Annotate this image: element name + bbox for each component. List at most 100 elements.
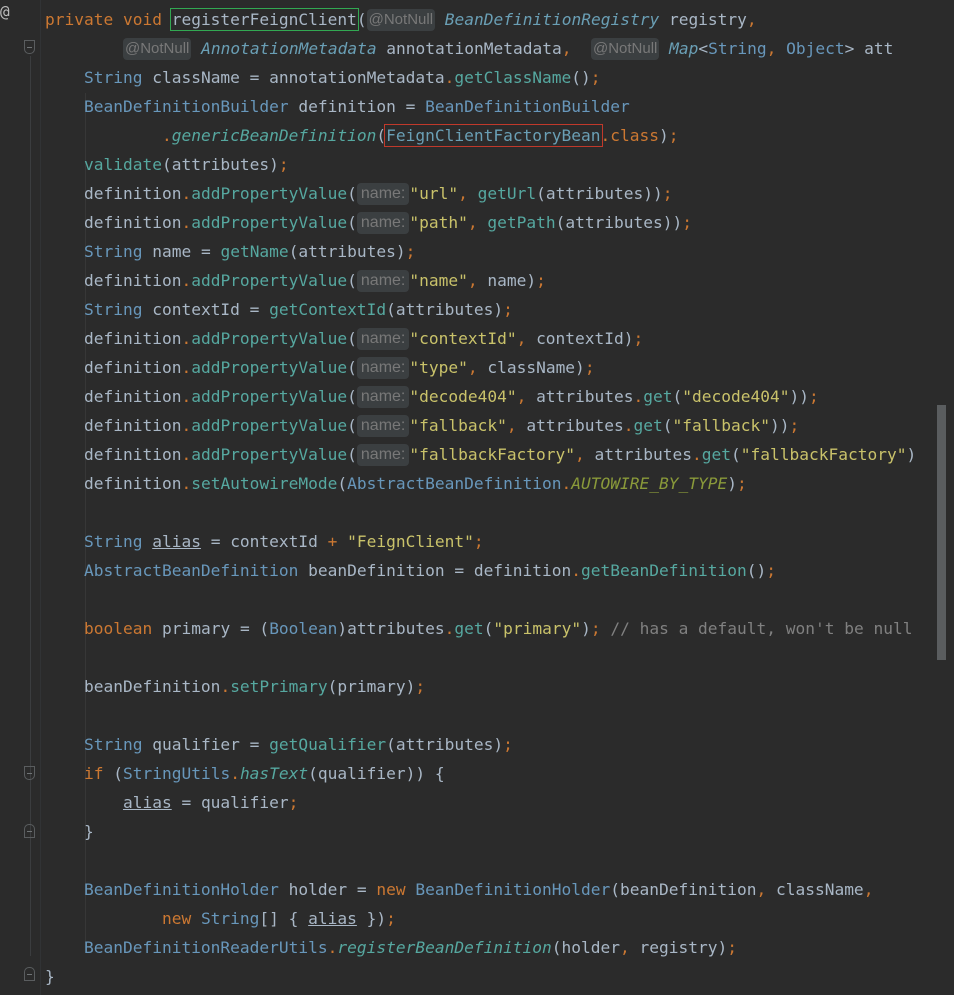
code-token: attributes <box>594 445 693 464</box>
code-token: genericBeanDefinition <box>171 126 377 145</box>
code-token: . <box>181 416 192 435</box>
code-token: () <box>746 561 767 580</box>
code-line[interactable]: BeanDefinitionReaderUtils.registerBeanDe… <box>45 933 954 962</box>
code-token: . <box>181 445 192 464</box>
code-line[interactable]: alias = qualifier; <box>45 788 954 817</box>
code-token: = qualifier <box>171 793 289 812</box>
code-line[interactable]: definition.setAutowireMode(AbstractBeanD… <box>45 469 954 498</box>
code-line[interactable]: definition.addPropertyValue(name: "url", … <box>45 179 954 208</box>
code-line[interactable]: if (StringUtils.hasText(qualifier)) { <box>45 759 954 788</box>
code-token: definition <box>45 445 182 464</box>
code-token: FeignClientFactoryBean <box>384 124 603 147</box>
code-line[interactable]: boolean primary = (Boolean)attributes.ge… <box>45 614 954 643</box>
fold-toggle-icon[interactable] <box>24 824 35 838</box>
code-line[interactable]: } <box>45 962 954 991</box>
code-token: addPropertyValue <box>191 329 348 348</box>
code-line[interactable]: String qualifier = getQualifier(attribut… <box>45 730 954 759</box>
code-line[interactable]: String contextId = getContextId(attribut… <box>45 295 954 324</box>
code-line[interactable]: BeanDefinitionBuilder definition = BeanD… <box>45 92 954 121</box>
code-line[interactable] <box>45 701 954 730</box>
code-line[interactable]: beanDefinition.setPrimary(primary); <box>45 672 954 701</box>
code-token: if <box>83 764 114 783</box>
code-token: get <box>454 619 484 638</box>
code-token: "type" <box>409 358 468 377</box>
code-area[interactable]: private void registerFeignClient(@NotNul… <box>45 5 954 991</box>
code-line[interactable]: String alias = contextId + "FeignClient"… <box>45 527 954 556</box>
code-token: validate <box>83 155 162 174</box>
code-line[interactable]: new String[] { alias }); <box>45 904 954 933</box>
fold-toggle-icon[interactable] <box>24 40 35 54</box>
code-token: . <box>561 474 572 493</box>
code-line[interactable]: } <box>45 817 954 846</box>
code-token: String <box>83 532 143 551</box>
code-token: alias <box>308 909 357 928</box>
vertical-scrollbar-thumb[interactable] <box>937 405 946 660</box>
code-token: (beanDefinition <box>610 880 757 899</box>
code-line[interactable]: definition.addPropertyValue(name: "fallba… <box>45 440 954 469</box>
code-token: className <box>775 880 864 899</box>
code-line[interactable] <box>45 846 954 875</box>
code-token: = <box>356 880 377 899</box>
code-line[interactable]: definition.addPropertyValue(name: "contex… <box>45 324 954 353</box>
code-token: = <box>200 242 221 261</box>
code-token: )) <box>789 387 809 406</box>
code-line[interactable]: validate(attributes); <box>45 150 954 179</box>
code-line[interactable] <box>45 643 954 672</box>
code-token: registerBeanDefinition <box>337 938 552 957</box>
code-token: , <box>467 358 488 377</box>
code-line[interactable]: AbstractBeanDefinition beanDefinition = … <box>45 556 954 585</box>
code-line[interactable]: definition.addPropertyValue(name: "name",… <box>45 266 954 295</box>
inlay-hint: @NotNull <box>590 38 660 60</box>
code-token: new <box>376 880 416 899</box>
code-line[interactable] <box>45 585 954 614</box>
code-token: addPropertyValue <box>191 213 348 232</box>
code-editor[interactable]: @ private void registerFeignClient(@NotN… <box>0 0 954 995</box>
code-token: BeanDefinitionBuilder <box>425 97 630 116</box>
code-line[interactable]: definition.addPropertyValue(name: "path",… <box>45 208 954 237</box>
code-line[interactable]: BeanDefinitionHolder holder = new BeanDe… <box>45 875 954 904</box>
code-token: setAutowireMode <box>191 474 338 493</box>
fold-toggle-icon[interactable] <box>24 967 35 981</box>
code-token: , <box>756 880 776 899</box>
code-token: definition <box>45 474 182 493</box>
code-token: Boolean <box>269 619 338 638</box>
code-token: ; <box>473 532 484 551</box>
code-token: boolean <box>83 619 153 638</box>
code-token: . <box>181 329 192 348</box>
inlay-hint: name: <box>356 386 410 408</box>
code-line[interactable]: private void registerFeignClient(@NotNul… <box>45 5 954 34</box>
code-line[interactable]: definition.addPropertyValue(name: "type",… <box>45 353 954 382</box>
code-token: ( <box>662 416 673 435</box>
code-token: , <box>506 416 527 435</box>
code-token: . <box>623 416 634 435</box>
override-marker-icon[interactable]: @ <box>0 2 10 21</box>
code-token: () <box>571 68 591 87</box>
code-token: ; <box>808 387 819 406</box>
code-token: addPropertyValue <box>191 445 348 464</box>
code-token: contextId <box>142 300 250 319</box>
code-token: > att <box>844 39 894 58</box>
code-line[interactable]: .genericBeanDefinition(FeignClientFactor… <box>45 121 954 150</box>
fold-toggle-icon[interactable] <box>24 766 35 780</box>
code-line[interactable]: String name = getName(attributes); <box>45 237 954 266</box>
code-line[interactable]: definition.addPropertyValue(name: "decode… <box>45 382 954 411</box>
code-line[interactable]: @NotNull AnnotationMetadata annotationMe… <box>45 34 954 63</box>
code-token: , <box>467 271 488 290</box>
code-line[interactable]: String className = annotationMetadata.ge… <box>45 63 954 92</box>
code-token: ; <box>727 938 737 957</box>
code-token: "url" <box>409 184 459 203</box>
code-token: getClassName <box>454 68 572 87</box>
code-token: ( <box>376 126 387 145</box>
code-token: )attributes <box>337 619 445 638</box>
code-token: // has a default, won't be null <box>610 619 913 638</box>
code-token: String <box>83 68 143 87</box>
code-line[interactable] <box>45 498 954 527</box>
code-token: . <box>571 561 582 580</box>
code-line[interactable]: definition.addPropertyValue(name: "fallba… <box>45 411 954 440</box>
editor-gutter: @ <box>0 0 40 995</box>
code-token: , <box>863 880 874 899</box>
code-token: getUrl <box>477 184 537 203</box>
